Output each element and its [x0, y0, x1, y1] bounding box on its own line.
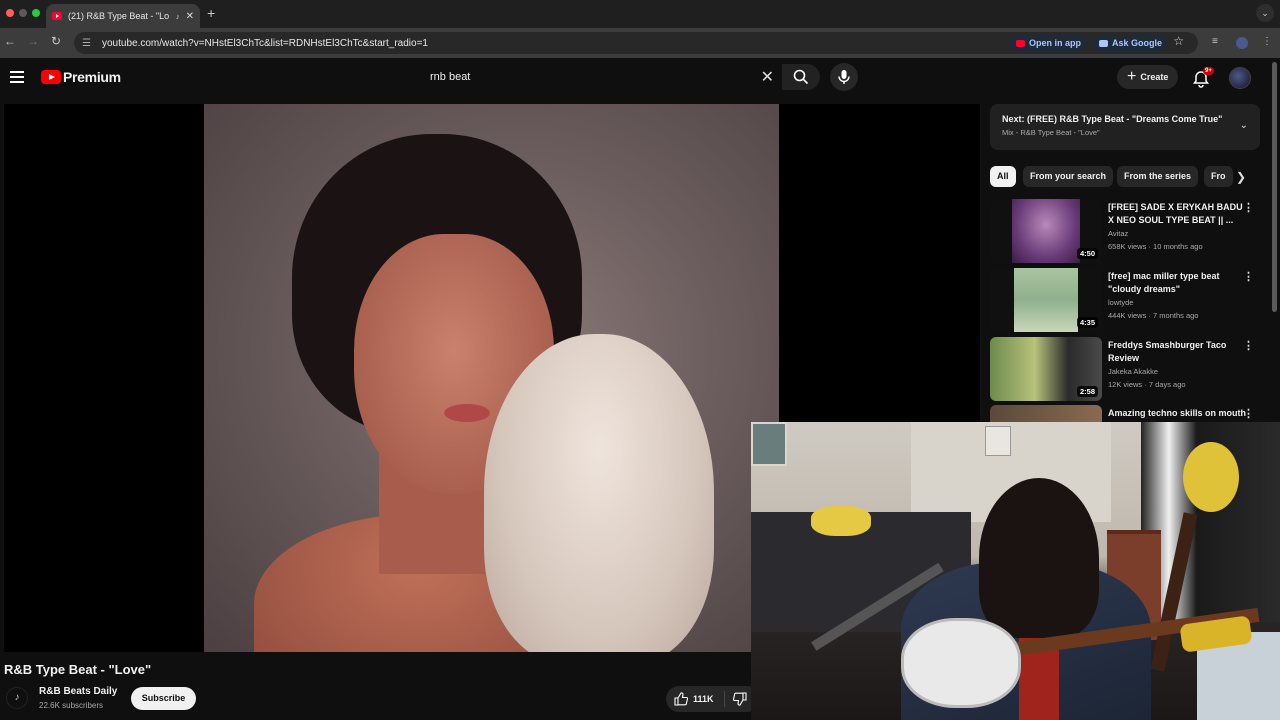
recommendation-item[interactable]: 2:58 Freddys Smashburger Taco Review Jak… — [990, 337, 1260, 403]
dislike-icon[interactable] — [732, 692, 747, 706]
video-frame — [204, 104, 779, 652]
open-in-app-label: Open in app — [1028, 38, 1081, 48]
chevron-down-icon[interactable]: ⌄ — [1240, 120, 1248, 131]
video-duration: 2:58 — [1076, 386, 1098, 397]
ask-google-button[interactable]: Ask Google — [1092, 35, 1168, 51]
chevron-right-icon[interactable]: ❯ — [1236, 170, 1246, 184]
youtube-app-icon — [1015, 39, 1025, 47]
create-button[interactable]: + Create — [1117, 65, 1179, 89]
browser-tab-strip: (21) R&B Type Beat - "Lo ♪ ✕ + ⌄ — [0, 0, 1280, 28]
tab-title: (21) R&B Type Beat - "Lo — [68, 11, 170, 21]
google-lens-icon — [1098, 39, 1108, 47]
maximize-window-icon[interactable] — [32, 9, 40, 17]
browser-tab[interactable]: (21) R&B Type Beat - "Lo ♪ ✕ — [46, 4, 200, 28]
video-title: [free] mac miller type beat "cloudy drea… — [1108, 271, 1220, 294]
create-label: Create — [1140, 72, 1169, 82]
close-window-icon[interactable] — [6, 9, 14, 17]
more-options-icon[interactable]: ⋮ — [1243, 407, 1254, 420]
site-info-icon[interactable]: ☰ — [82, 38, 94, 49]
search-query: rnb beat — [430, 71, 471, 83]
channel-name: Avitaz — [1108, 229, 1129, 238]
forward-icon[interactable]: → — [27, 34, 39, 48]
microphone-icon — [838, 70, 850, 84]
video-title: Freddys Smashburger Taco Review — [1108, 340, 1227, 363]
new-tab-button[interactable]: + — [207, 5, 215, 21]
ask-google-label: Ask Google — [1111, 38, 1162, 48]
premium-brand-label[interactable]: Premium — [63, 69, 121, 85]
video-title: Amazing techno skills on mouth — [1108, 408, 1247, 418]
chip-from-the-series[interactable]: From the series — [1117, 166, 1199, 187]
search-button[interactable] — [782, 64, 820, 90]
chip-more[interactable]: Fro — [1204, 166, 1233, 187]
video-thumbnail[interactable]: 4:35 — [990, 268, 1102, 332]
back-icon[interactable]: ← — [4, 34, 16, 48]
reading-list-icon[interactable]: ≡ — [1212, 36, 1218, 47]
search-icon — [793, 69, 809, 85]
account-avatar[interactable] — [1229, 67, 1251, 89]
url-text: youtube.com/watch?v=NHstEl3ChTc&list=RDN… — [102, 37, 428, 49]
video-title: [FREE] SADE X ERYKAH BADU X NEO SOUL TYP… — [1108, 202, 1243, 225]
video-title: R&B Type Beat - "Love" — [4, 662, 152, 677]
webcam-overlay — [751, 422, 1280, 720]
subscriber-count: 22.6K subscribers — [39, 701, 104, 710]
reload-icon[interactable]: ↻ — [51, 34, 61, 48]
address-bar[interactable]: ☰ youtube.com/watch?v=NHstEl3ChTc&list=R… — [74, 32, 1198, 54]
profile-icon[interactable] — [1236, 37, 1248, 49]
video-duration: 4:50 — [1076, 248, 1098, 259]
video-thumbnail[interactable]: 4:50 — [990, 199, 1102, 263]
subscribe-button[interactable]: Subscribe — [131, 687, 196, 710]
recommendation-item[interactable]: Amazing techno skills on mouth ⋮ — [990, 405, 1260, 422]
recommendation-item[interactable]: 4:35 [free] mac miller type beat "cloudy… — [990, 268, 1260, 334]
chip-from-your-search[interactable]: From your search — [1023, 166, 1114, 187]
video-meta: 12K views · 7 days ago — [1108, 380, 1186, 389]
next-up-title: Next: (FREE) R&B Type Beat - "Dreams Com… — [1002, 114, 1223, 124]
youtube-logo-icon[interactable] — [41, 70, 61, 84]
more-options-icon[interactable]: ⋮ — [1243, 339, 1254, 352]
filter-chips: All From your search From the series Fro — [990, 166, 1260, 188]
search-input[interactable]: rnb beat ✕ — [420, 64, 782, 90]
page-scrollbar[interactable] — [1272, 62, 1277, 312]
recommendation-item[interactable]: 4:50 [FREE] SADE X ERYKAH BADU X NEO SOU… — [990, 199, 1260, 265]
video-thumbnail[interactable]: 2:58 — [990, 337, 1102, 401]
channel-name: Jakeka Akakke — [1108, 367, 1159, 376]
youtube-favicon-icon — [52, 12, 62, 20]
speaker-icon[interactable]: ♪ — [176, 12, 180, 21]
like-count: 111K — [693, 694, 714, 704]
chip-all[interactable]: All — [990, 166, 1016, 187]
video-duration: 4:35 — [1076, 317, 1098, 328]
more-options-icon[interactable]: ⋮ — [1243, 270, 1254, 283]
youtube-masthead: Premium rnb beat ✕ + Create 9+ — [0, 58, 1280, 100]
channel-name[interactable]: R&B Beats Daily — [39, 686, 117, 697]
open-in-app-button[interactable]: Open in app — [1009, 35, 1087, 51]
close-tab-icon[interactable]: ✕ — [186, 11, 194, 22]
browser-menu-icon[interactable]: ⋮ — [1262, 36, 1272, 47]
channel-name: lowtyde — [1108, 298, 1134, 307]
bookmark-star-icon[interactable]: ☆ — [1173, 34, 1184, 48]
video-thumbnail[interactable] — [990, 405, 1102, 422]
plus-icon: + — [1127, 68, 1137, 85]
next-up-panel[interactable]: Next: (FREE) R&B Type Beat - "Dreams Com… — [990, 104, 1260, 150]
minimize-window-icon[interactable] — [19, 9, 27, 17]
voice-search-button[interactable] — [830, 63, 858, 91]
next-up-mix-name: Mix - R&B Type Beat - "Love" — [1002, 128, 1100, 137]
like-dislike-group: 111K — [666, 686, 760, 712]
channel-avatar[interactable]: ♪ — [6, 687, 28, 709]
like-icon[interactable] — [674, 692, 688, 706]
more-options-icon[interactable]: ⋮ — [1243, 201, 1254, 214]
clear-search-icon[interactable]: ✕ — [761, 67, 774, 87]
menu-icon[interactable] — [10, 71, 24, 83]
notification-badge: 9+ — [1203, 67, 1214, 75]
video-meta: 444K views · 7 months ago — [1108, 311, 1199, 320]
video-meta: 658K views · 10 months ago — [1108, 242, 1203, 251]
tab-search-icon[interactable]: ⌄ — [1256, 4, 1274, 22]
browser-toolbar: ← → ↻ ☰ youtube.com/watch?v=NHstEl3ChTc&… — [0, 28, 1280, 58]
